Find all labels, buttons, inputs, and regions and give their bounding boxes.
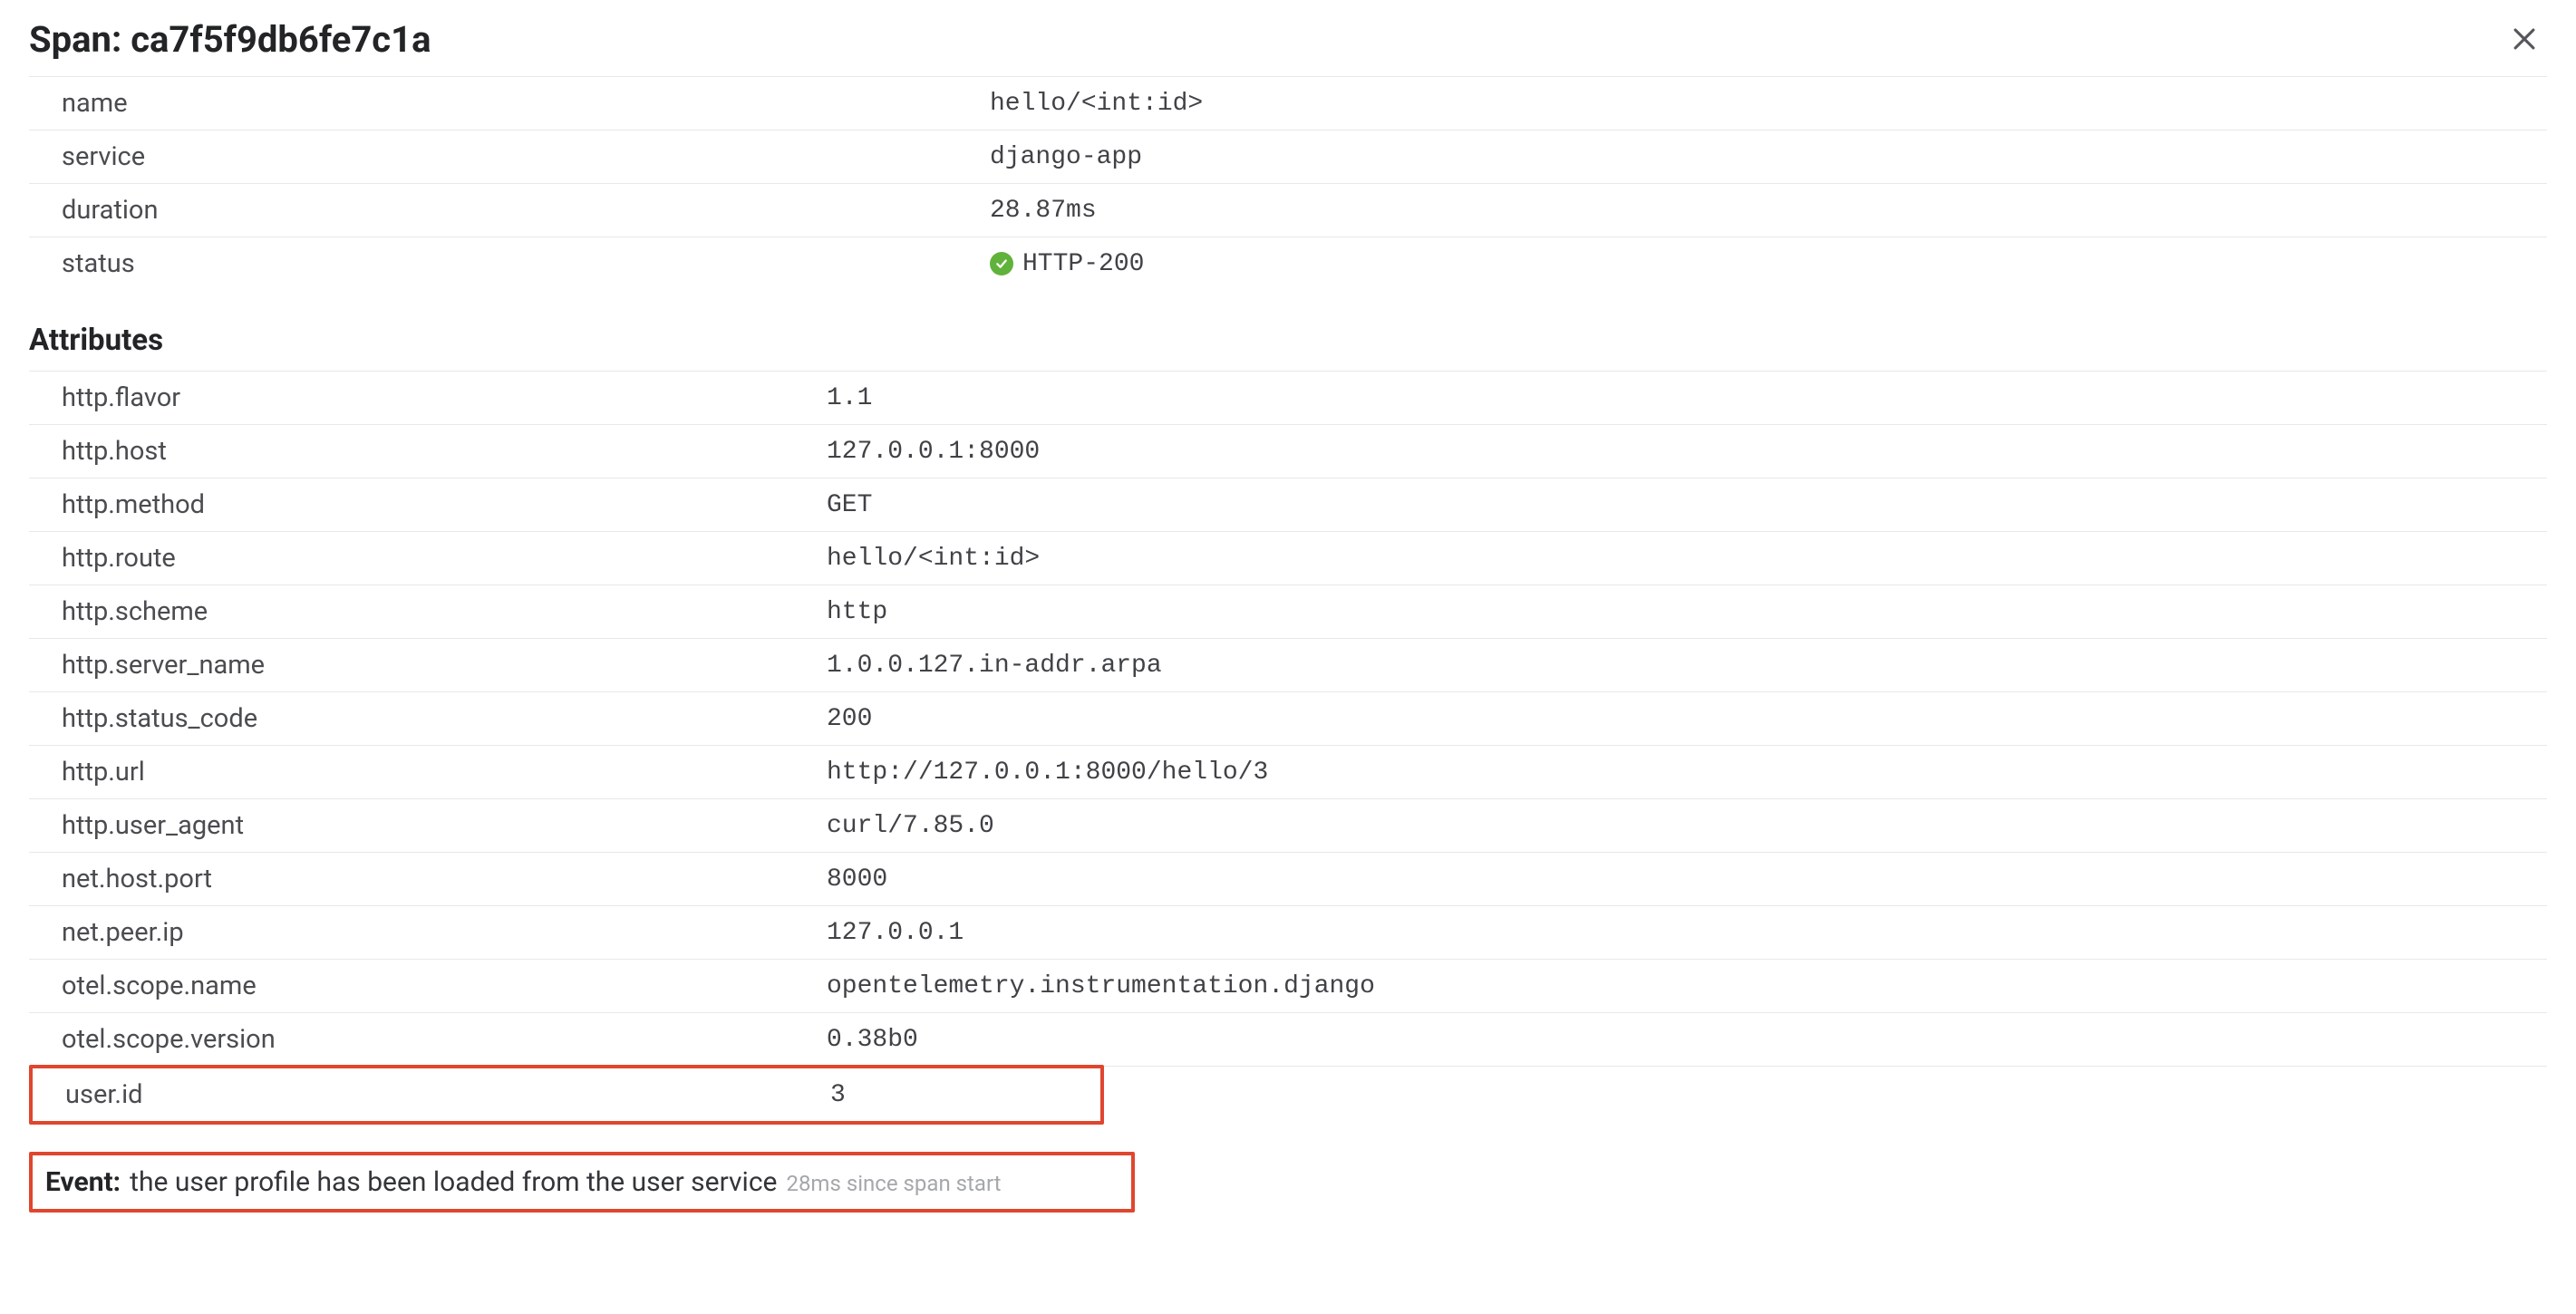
attribute-row: net.host.port8000	[29, 853, 2547, 906]
overview-row: duration28.87ms	[29, 184, 2547, 237]
close-icon	[2509, 24, 2540, 54]
attribute-row: http.methodGET	[29, 478, 2547, 532]
overview-row: namehello/<int:id>	[29, 76, 2547, 130]
attribute-key: otel.scope.name	[29, 971, 827, 1001]
attribute-value: 200	[827, 705, 2547, 733]
panel-title: Span: ca7f5f9db6fe7c1a	[29, 18, 431, 61]
attribute-row: http.schemehttp	[29, 585, 2547, 639]
attribute-value: 127.0.0.1	[827, 919, 2547, 947]
attribute-row: http.host127.0.0.1:8000	[29, 425, 2547, 478]
attribute-row: http.server_name1.0.0.127.in-addr.arpa	[29, 639, 2547, 692]
attribute-row: http.status_code200	[29, 692, 2547, 746]
overview-row: servicedjango-app	[29, 130, 2547, 184]
overview-value-text: 28.87ms	[990, 197, 1097, 225]
attribute-value: 8000	[827, 865, 2547, 894]
overview-table: namehello/<int:id>servicedjango-appdurat…	[29, 76, 2547, 290]
span-id: ca7f5f9db6fe7c1a	[131, 18, 431, 61]
attribute-value: 1.0.0.127.in-addr.arpa	[827, 652, 2547, 680]
close-button[interactable]	[2502, 16, 2547, 62]
attributes-table: http.flavor1.1http.host127.0.0.1:8000htt…	[29, 371, 2547, 1067]
overview-value: 28.87ms	[990, 197, 2547, 225]
attribute-value: http://127.0.0.1:8000/hello/3	[827, 758, 2547, 787]
attribute-key: http.server_name	[29, 650, 827, 681]
attribute-value: hello/<int:id>	[827, 545, 2547, 573]
event-label: Event:	[45, 1166, 121, 1198]
attribute-row: http.user_agentcurl/7.85.0	[29, 799, 2547, 853]
highlighted-attribute-row: user.id 3	[29, 1065, 1104, 1125]
overview-value-text: django-app	[990, 143, 1142, 171]
span-detail-panel: Span: ca7f5f9db6fe7c1a namehello/<int:id…	[0, 0, 2576, 1249]
attribute-key: http.status_code	[29, 703, 827, 734]
attribute-key: http.host	[29, 436, 827, 467]
attribute-key: http.route	[29, 543, 827, 574]
overview-value-text: HTTP-200	[1022, 250, 1144, 278]
attribute-key: net.host.port	[29, 864, 827, 894]
attribute-value: opentelemetry.instrumentation.django	[827, 972, 2547, 1000]
status-ok-icon	[990, 252, 1013, 275]
overview-value-text: hello/<int:id>	[990, 90, 1203, 118]
attribute-value: http	[827, 598, 2547, 626]
attribute-value: 0.38b0	[827, 1026, 2547, 1054]
overview-key: duration	[29, 195, 990, 226]
attribute-key: user.id	[33, 1079, 830, 1110]
title-prefix: Span:	[29, 18, 121, 61]
attribute-value: 1.1	[827, 384, 2547, 412]
overview-value: hello/<int:id>	[990, 90, 2547, 118]
attribute-value: 127.0.0.1:8000	[827, 438, 2547, 466]
overview-key: status	[29, 248, 990, 279]
attribute-key: http.flavor	[29, 382, 827, 413]
event-section: Event: the user profile has been loaded …	[29, 1152, 1135, 1213]
attribute-row: http.routehello/<int:id>	[29, 532, 2547, 585]
event-highlight: Event: the user profile has been loaded …	[29, 1152, 1135, 1213]
event-description: the user profile has been loaded from th…	[130, 1166, 777, 1198]
attribute-key: http.scheme	[29, 596, 827, 627]
attribute-key: http.method	[29, 489, 827, 520]
attribute-row: otel.scope.nameopentelemetry.instrumenta…	[29, 960, 2547, 1013]
attribute-key: http.url	[29, 757, 827, 787]
attribute-row: http.flavor1.1	[29, 371, 2547, 425]
overview-row: status HTTP-200	[29, 237, 2547, 290]
overview-key: name	[29, 88, 990, 119]
attribute-key: http.user_agent	[29, 810, 827, 841]
attribute-row: otel.scope.version0.38b0	[29, 1013, 2547, 1067]
attribute-row: http.urlhttp://127.0.0.1:8000/hello/3	[29, 746, 2547, 799]
attribute-value: GET	[827, 491, 2547, 519]
attributes-heading: Attributes	[29, 323, 2547, 358]
overview-value: HTTP-200	[990, 250, 2547, 278]
attribute-key: net.peer.ip	[29, 917, 827, 948]
overview-key: service	[29, 141, 990, 172]
attribute-key: otel.scope.version	[29, 1024, 827, 1055]
panel-header: Span: ca7f5f9db6fe7c1a	[29, 16, 2547, 62]
attribute-value: 3	[830, 1081, 1100, 1109]
attribute-row: net.peer.ip127.0.0.1	[29, 906, 2547, 960]
attribute-value: curl/7.85.0	[827, 812, 2547, 840]
event-timestamp-note: 28ms since span start	[786, 1171, 1001, 1196]
overview-value: django-app	[990, 143, 2547, 171]
